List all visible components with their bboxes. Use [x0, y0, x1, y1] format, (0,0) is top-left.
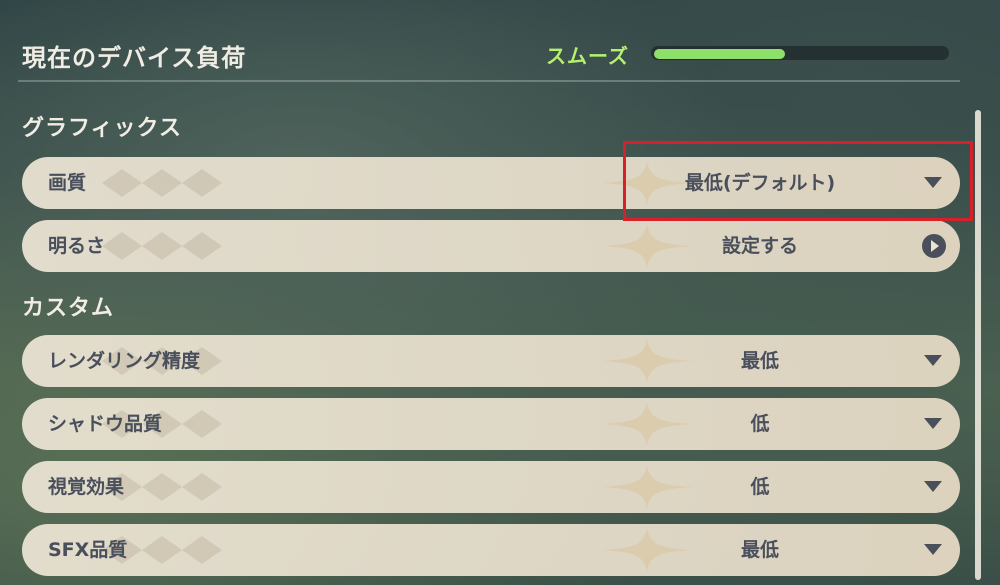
ornament-icon — [102, 169, 222, 197]
scrollbar[interactable] — [975, 110, 981, 580]
section-title-graphics: グラフィックス — [22, 116, 182, 141]
device-load-title: 現在のデバイス負荷 — [22, 44, 247, 72]
device-load-bar — [650, 45, 950, 61]
setting-value: 設定する — [721, 235, 798, 257]
chevron-down-icon[interactable] — [924, 481, 942, 492]
device-load-bar-fill — [654, 49, 785, 59]
ornament-icon — [102, 232, 222, 260]
chevron-down-icon[interactable] — [924, 418, 942, 429]
device-load-status: スムーズ — [546, 44, 629, 68]
section-title-custom: カスタム — [22, 296, 115, 321]
setting-label: 明るさ — [48, 235, 106, 257]
setting-value: 最低(デフォルト) — [684, 172, 836, 194]
setting-label: レンダリング精度 — [48, 350, 201, 372]
setting-row-sfx-quality[interactable]: SFX品質 最低 — [22, 524, 960, 576]
setting-value: 最低 — [740, 350, 779, 372]
setting-label: シャドウ品質 — [48, 413, 163, 435]
chevron-down-icon[interactable] — [924, 177, 942, 188]
setting-label: 画質 — [48, 172, 87, 194]
setting-row-graphics-quality[interactable]: 画質 最低(デフォルト) — [22, 157, 960, 209]
setting-value: 最低 — [740, 539, 779, 561]
arrow-right-circle-icon[interactable] — [922, 234, 946, 258]
chevron-down-icon[interactable] — [924, 544, 942, 555]
setting-row-render-resolution[interactable]: レンダリング精度 最低 — [22, 335, 960, 387]
setting-label: 視覚効果 — [48, 476, 125, 498]
chevron-down-icon[interactable] — [924, 355, 942, 366]
scrollbar-thumb[interactable] — [975, 110, 981, 580]
header-divider — [18, 80, 960, 82]
setting-value: 低 — [750, 413, 770, 435]
setting-row-shadow-quality[interactable]: シャドウ品質 低 — [22, 398, 960, 450]
setting-row-visual-effects[interactable]: 視覚効果 低 — [22, 461, 960, 513]
setting-value: 低 — [750, 476, 770, 498]
setting-row-brightness[interactable]: 明るさ 設定する — [22, 220, 960, 272]
setting-label: SFX品質 — [48, 539, 128, 561]
